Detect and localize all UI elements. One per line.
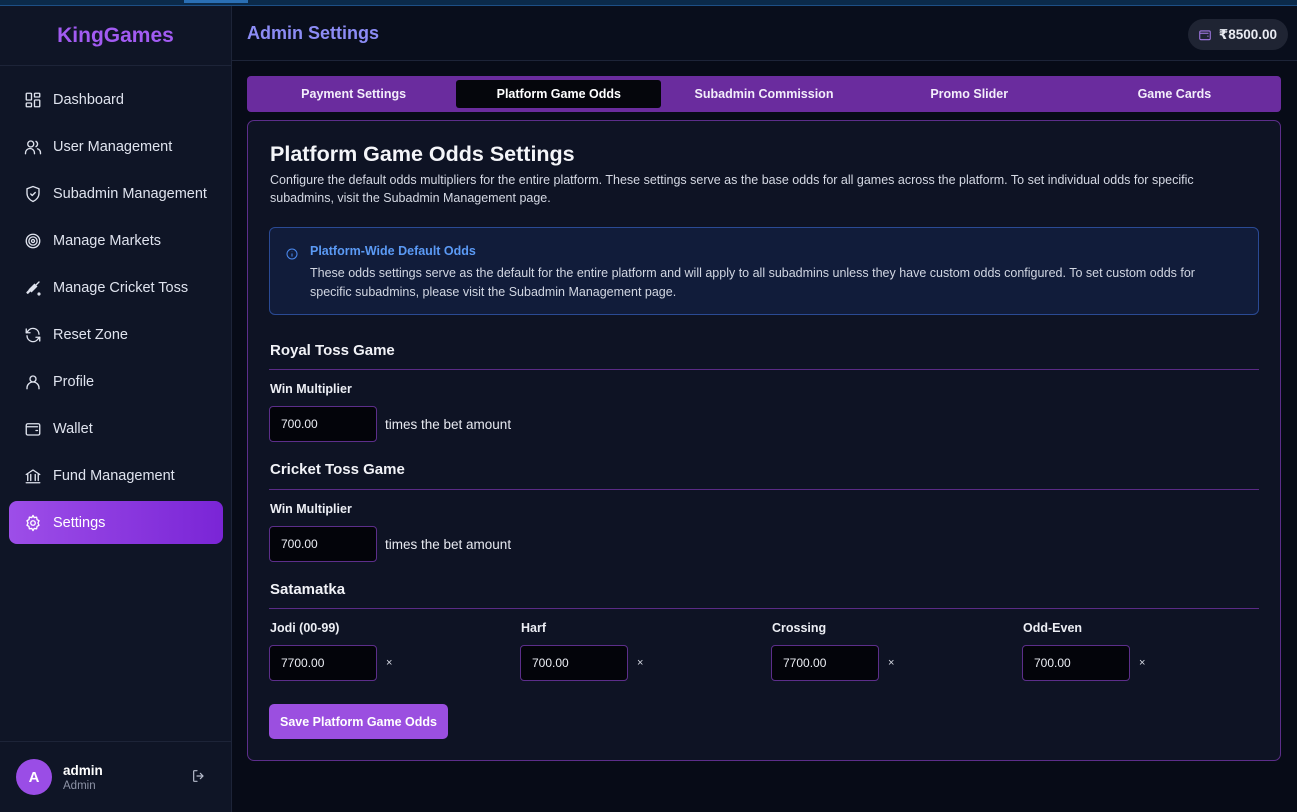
cricket-bat-icon	[24, 279, 42, 297]
sidebar-item-manage-markets[interactable]: Manage Markets	[9, 219, 223, 262]
crossing-label: Crossing	[772, 621, 827, 635]
times-symbol: ×	[637, 657, 644, 669]
user-meta: admin Admin	[63, 763, 103, 792]
sidebar-item-fund-management[interactable]: Fund Management	[9, 454, 223, 497]
info-text: These odds settings serve as the default…	[310, 266, 1195, 299]
shield-icon	[24, 185, 42, 203]
wallet-icon	[24, 420, 42, 438]
harf-input[interactable]	[520, 645, 628, 681]
divider	[269, 489, 1259, 490]
sidebar-item-wallet[interactable]: Wallet	[9, 407, 223, 450]
info-icon	[286, 247, 298, 260]
avatar[interactable]: A	[16, 759, 52, 795]
cricket-toss-label: Win Multiplier	[270, 502, 352, 516]
tab-promo-slider[interactable]: Promo Slider	[867, 80, 1072, 108]
royal-toss-multiplier-input[interactable]	[269, 406, 377, 442]
sidebar-item-dashboard[interactable]: Dashboard	[9, 78, 223, 121]
wallet-icon	[1199, 29, 1211, 40]
royal-toss-suffix: times the bet amount	[385, 417, 512, 432]
sidebar-item-label: Manage Cricket Toss	[53, 279, 189, 296]
divider	[269, 369, 1259, 370]
sidebar-item-user-management[interactable]: User Management	[9, 125, 223, 168]
target-icon	[24, 232, 42, 250]
top-header: Admin Settings ₹8500.00	[232, 6, 1297, 61]
user-role: Admin	[63, 779, 96, 792]
refresh-icon	[24, 326, 42, 344]
wallet-balance: ₹8500.00	[1218, 26, 1277, 42]
sidebar-item-label: Wallet	[53, 420, 93, 437]
info-title: Platform-Wide Default Odds	[310, 244, 476, 258]
divider	[269, 608, 1259, 609]
sidebar: KingGames Dashboard User Management Suba…	[0, 6, 232, 812]
sidebar-item-label: Fund Management	[53, 467, 175, 484]
card-description: Configure the default odds multipliers f…	[270, 173, 1194, 205]
times-symbol: ×	[888, 657, 895, 669]
settings-tabs: Payment Settings Platform Game Odds Suba…	[247, 76, 1281, 112]
dashboard-icon	[24, 91, 42, 109]
jodi-label: Jodi (00-99)	[270, 621, 340, 635]
user-name: admin	[63, 762, 103, 778]
sidebar-item-label: Manage Markets	[53, 232, 161, 249]
sidebar-item-settings[interactable]: Settings	[9, 501, 223, 544]
harf-label: Harf	[521, 621, 547, 635]
sidebar-item-label: Settings	[53, 514, 106, 531]
crossing-input[interactable]	[771, 645, 879, 681]
times-symbol: ×	[386, 657, 393, 669]
info-alert: Platform-Wide Default Odds These odds se…	[269, 227, 1259, 315]
satamatka-title: Satamatka	[270, 581, 346, 598]
sidebar-item-label: User Management	[53, 138, 173, 155]
odds-settings-card: Platform Game Odds Settings Configure th…	[247, 120, 1281, 761]
card-title: Platform Game Odds Settings	[270, 142, 575, 166]
royal-toss-title: Royal Toss Game	[270, 342, 395, 359]
sidebar-nav: Dashboard User Management Subadmin Manag…	[0, 66, 231, 544]
cricket-toss-suffix: times the bet amount	[385, 537, 512, 552]
sidebar-item-profile[interactable]: Profile	[9, 360, 223, 403]
bank-icon	[24, 467, 42, 485]
royal-toss-label: Win Multiplier	[270, 382, 352, 396]
users-icon	[24, 138, 42, 156]
tab-payment-settings[interactable]: Payment Settings	[251, 80, 456, 108]
odd-even-input[interactable]	[1022, 645, 1130, 681]
sidebar-item-label: Reset Zone	[53, 326, 128, 343]
user-icon	[24, 373, 42, 391]
wallet-balance-badge[interactable]: ₹8500.00	[1187, 19, 1288, 50]
tab-platform-game-odds[interactable]: Platform Game Odds	[456, 80, 662, 108]
brand-logo[interactable]: KingGames	[0, 6, 231, 66]
logout-icon[interactable]	[191, 768, 207, 784]
times-symbol: ×	[1139, 657, 1146, 669]
sidebar-item-label: Subadmin Management	[53, 185, 207, 202]
user-profile-box: A admin Admin	[0, 741, 231, 812]
tab-game-cards[interactable]: Game Cards	[1072, 80, 1277, 108]
cricket-toss-title: Cricket Toss Game	[270, 461, 405, 478]
sidebar-item-subadmin-management[interactable]: Subadmin Management	[9, 172, 223, 215]
save-platform-game-odds-button[interactable]: Save Platform Game Odds	[269, 704, 448, 739]
sidebar-item-reset-zone[interactable]: Reset Zone	[9, 313, 223, 356]
cricket-toss-multiplier-input[interactable]	[269, 526, 377, 562]
sidebar-item-label: Profile	[53, 373, 95, 390]
odd-even-label: Odd-Even	[1023, 621, 1083, 635]
tab-subadmin-commission[interactable]: Subadmin Commission	[661, 80, 866, 108]
jodi-input[interactable]	[269, 645, 377, 681]
sidebar-item-manage-cricket-toss[interactable]: Manage Cricket Toss	[9, 266, 223, 309]
page-title: Admin Settings	[247, 23, 380, 43]
gear-icon	[24, 514, 42, 532]
sidebar-item-label: Dashboard	[53, 91, 124, 108]
